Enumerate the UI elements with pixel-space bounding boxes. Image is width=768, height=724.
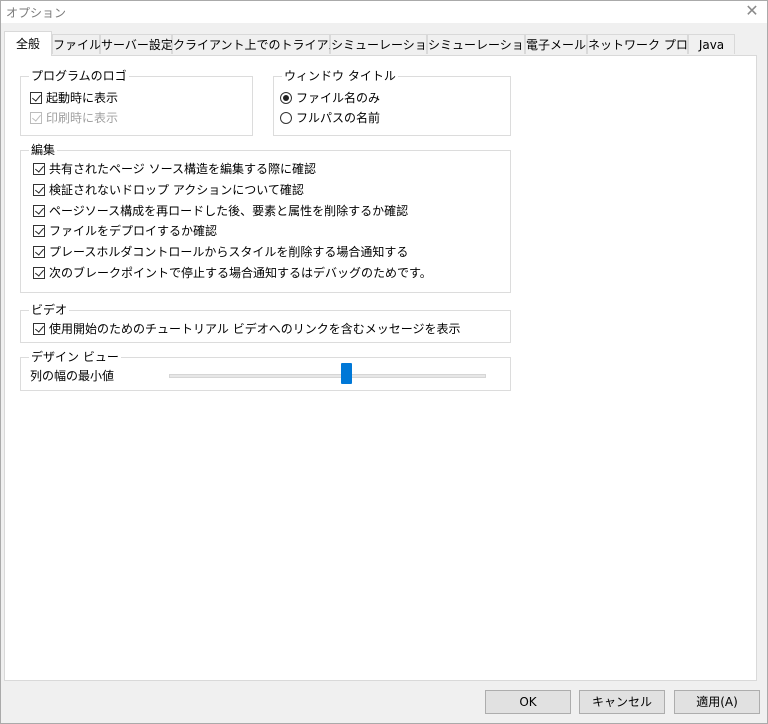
tab-email[interactable]: 電子メール — [525, 34, 587, 54]
checkbox-label: 検証されないドロップ アクションについて確認 — [49, 183, 304, 197]
radio-icon[interactable] — [280, 112, 292, 124]
checkbox-notify-remove-placeholder-style[interactable]: プレースホルダコントロールからスタイルを削除する場合通知する — [33, 243, 408, 261]
checkbox-icon[interactable] — [33, 267, 45, 279]
checkbox-label: 次のブレークポイントで停止する場合通知するはデバッグのためです。 — [49, 266, 432, 280]
min-column-width-label: 列の幅の最小値 — [30, 369, 115, 383]
design-view-group: デザイン ビュー 列の幅の最小値 — [20, 350, 511, 391]
tab-server-settings[interactable]: サーバー設定 — [100, 34, 173, 54]
group-title-design-view: デザイン ビュー — [29, 350, 121, 364]
radio-label: ファイル名のみ — [296, 91, 381, 105]
tab-network-proxy[interactable]: ネットワーク プロキシ — [587, 34, 712, 54]
checkbox-confirm-deploy[interactable]: ファイルをデプロイするか確認 — [33, 222, 217, 240]
checkbox-label: 使用開始のためのチュートリアル ビデオへのリンクを含むメッセージを表示 — [49, 322, 461, 336]
checkbox-icon[interactable] — [33, 225, 45, 237]
checkbox-label: ファイルをデプロイするか確認 — [49, 224, 218, 238]
program-logo-group: プログラムのロゴ 起動時に表示 印刷時に表示 — [20, 69, 253, 136]
checkbox-label: 起動時に表示 — [46, 91, 119, 105]
apply-button[interactable]: 適用(A) — [674, 690, 760, 714]
tab-client-trial-run[interactable]: クライアント上でのトライアルラン — [172, 34, 364, 54]
cancel-button[interactable]: キャンセル — [579, 690, 665, 714]
tab-java[interactable]: Java — [688, 34, 735, 54]
slider-thumb[interactable] — [341, 363, 353, 384]
ok-button[interactable]: OK — [485, 690, 571, 714]
checkbox-confirm-edit-shared-source[interactable]: 共有されたページ ソース構造を編集する際に確認 — [33, 160, 316, 178]
group-title-edit: 編集 — [29, 143, 58, 157]
checkbox-show-on-print: 印刷時に表示 — [30, 109, 118, 127]
checkbox-label: ページソース構成を再ロードした後、要素と属性を削除するか確認 — [49, 204, 409, 218]
checkbox-label: 印刷時に表示 — [46, 111, 119, 125]
checkbox-notify-breakpoint-stop[interactable]: 次のブレークポイントで停止する場合通知するはデバッグのためです。 — [33, 264, 432, 282]
group-title-video: ビデオ — [29, 303, 70, 317]
tab-simulation-1[interactable]: シミューレーション 1 — [330, 34, 450, 54]
tab-general[interactable]: 全般 — [4, 31, 52, 56]
checkbox-icon — [30, 112, 42, 124]
tab-file[interactable]: ファイル — [52, 34, 101, 54]
checkbox-confirm-unverified-drop[interactable]: 検証されないドロップ アクションについて確認 — [33, 181, 304, 199]
checkbox-label: プレースホルダコントロールからスタイルを削除する場合通知する — [49, 245, 409, 259]
checkbox-show-tutorial-video-message[interactable]: 使用開始のためのチュートリアル ビデオへのリンクを含むメッセージを表示 — [33, 320, 460, 338]
close-icon[interactable]: ✕ — [743, 1, 761, 21]
min-column-width-slider[interactable] — [169, 374, 486, 378]
checkbox-label: 共有されたページ ソース構造を編集する際に確認 — [49, 162, 316, 176]
window-title: オプション — [6, 6, 67, 20]
tab-panel-general: プログラムのロゴ 起動時に表示 印刷時に表示 ウィンドウ タイトル ファイル名の… — [4, 55, 757, 681]
video-group: ビデオ 使用開始のためのチュートリアル ビデオへのリンクを含むメッセージを表示 — [20, 303, 511, 343]
checkbox-icon[interactable] — [33, 163, 45, 175]
checkbox-icon[interactable] — [33, 205, 45, 217]
group-title-window-title: ウィンドウ タイトル — [282, 69, 398, 83]
radio-icon[interactable] — [280, 92, 292, 104]
title-bar: オプション ✕ — [1, 1, 767, 23]
checkbox-icon[interactable] — [33, 246, 45, 258]
edit-group: 編集 共有されたページ ソース構造を編集する際に確認 検証されないドロップ アク… — [20, 143, 511, 293]
checkbox-icon[interactable] — [33, 323, 45, 335]
checkbox-icon[interactable] — [30, 92, 42, 104]
radio-file-name-only[interactable]: ファイル名のみ — [280, 89, 380, 107]
group-title-program-logo: プログラムのロゴ — [29, 69, 129, 83]
checkbox-icon[interactable] — [33, 184, 45, 196]
checkbox-confirm-delete-after-reload[interactable]: ページソース構成を再ロードした後、要素と属性を削除するか確認 — [33, 202, 408, 220]
radio-label: フルパスの名前 — [296, 111, 381, 125]
tab-simulation-2[interactable]: シミューレーション 2 — [427, 34, 547, 54]
checkbox-show-on-startup[interactable]: 起動時に表示 — [30, 89, 118, 107]
window-title-group: ウィンドウ タイトル ファイル名のみ フルパスの名前 — [273, 69, 511, 136]
radio-full-path-name[interactable]: フルパスの名前 — [280, 109, 380, 127]
